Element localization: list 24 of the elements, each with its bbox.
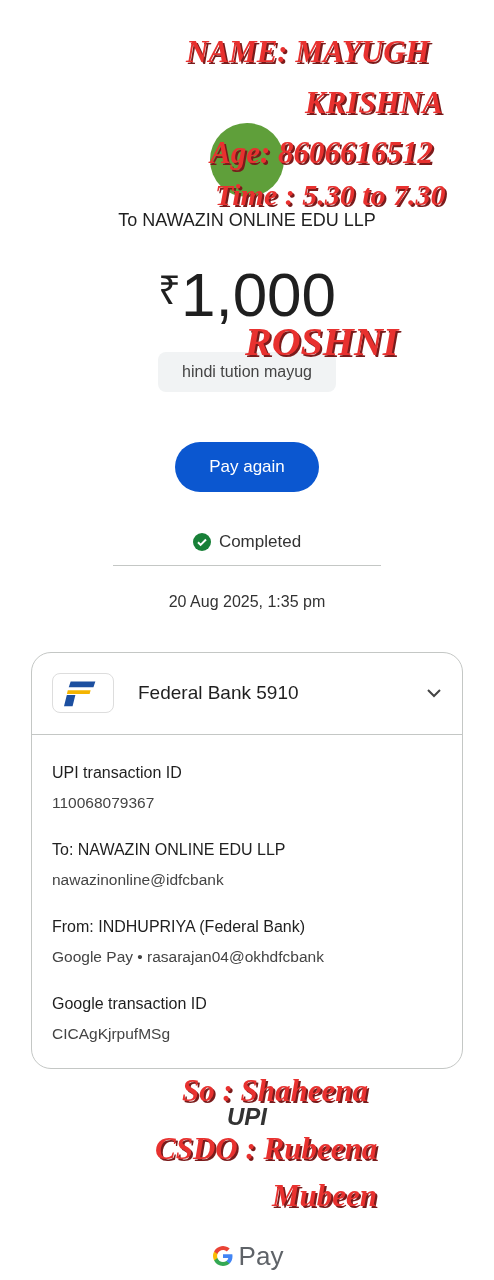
chevron-icon[interactable] (426, 688, 442, 698)
google-pay-logo: Pay (238, 1239, 284, 1273)
detail-value: 110068079367 (52, 792, 156, 813)
annotation-text: NAME: MAYUGH (186, 36, 430, 67)
detail-label: To: NAWAZIN ONLINE EDU LLP (52, 839, 287, 860)
detail-label: From: INDHUPRIYA (Federal Bank) (52, 917, 307, 937)
bank-logo (52, 673, 114, 713)
annotation-text: CSDO : Rubeena (155, 1133, 378, 1164)
detail-value: Google Pay • rasarajan04@okhdfcbank (52, 947, 325, 967)
upi-logo: UPI (227, 1104, 267, 1129)
detail-label: Google transaction ID (52, 994, 208, 1015)
google-g-icon (210, 1244, 235, 1268)
detail-value: nawazinonline@idfcbank (52, 869, 225, 890)
pay-again-button[interactable]: Pay again (175, 442, 319, 492)
detail-label: UPI transaction ID (52, 762, 183, 783)
bank-name: Federal Bank 5910 (138, 680, 300, 705)
detail-value: CICAgKjrpufMSg (52, 1024, 171, 1045)
check-circle-icon (192, 532, 211, 551)
annotation-text: Mubeen (272, 1180, 378, 1211)
payee-name: To NAWAZIN ONLINE EDU LLP (117, 209, 377, 232)
annotation-text: KRISHNA (305, 87, 443, 118)
status-label: Completed (218, 531, 302, 553)
annotation-text: So : Shaheena (182, 1075, 369, 1106)
transaction-date: 20 Aug 2025, 1:35 pm (168, 592, 326, 610)
